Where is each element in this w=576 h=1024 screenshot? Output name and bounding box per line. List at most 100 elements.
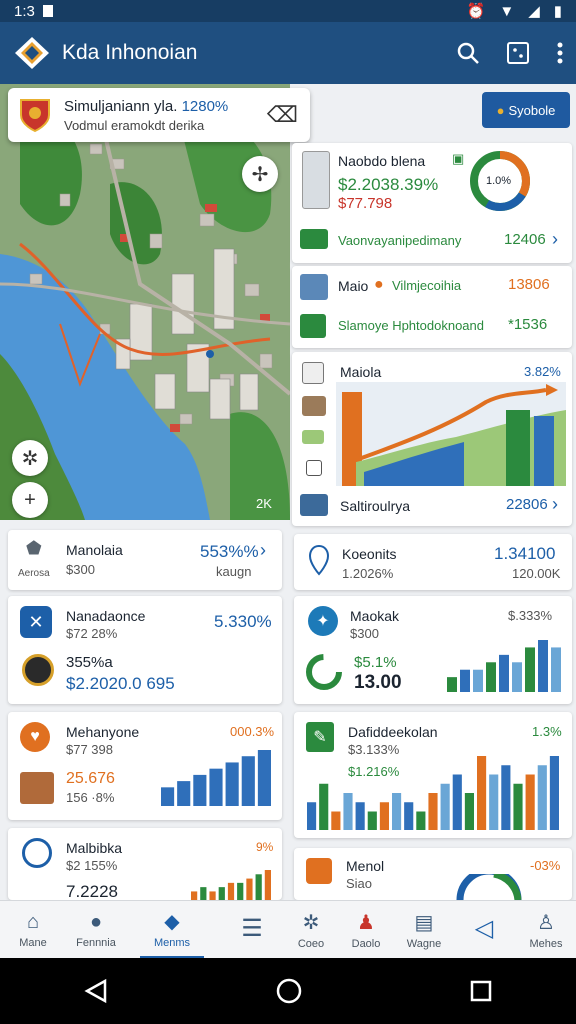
stat-card-4[interactable]: Malbibka $2 155% 9% 7.2228 [8,828,282,901]
stat3-v3: 156 ·8% [66,790,115,805]
schedule-button[interactable]: ● Syobole [482,92,570,128]
recents-icon[interactable] [469,979,493,1003]
statr4-title: Menol [346,858,385,874]
stat3-sub: $77 398 [66,742,113,757]
more-vert-icon[interactable] [556,41,564,65]
nav-profile[interactable]: ♙ Mehes [522,901,570,959]
summary-card[interactable]: Naobdo blena ▣ $2.2038.39% $77.798 1.0% … [292,143,572,263]
nav-news[interactable]: ▤ Wagne [400,901,448,959]
stat3-v2: 25.676 [66,770,115,787]
chevron-right-icon[interactable]: › [260,540,266,561]
chart-bar [499,654,509,692]
chart-bar [193,774,207,806]
chart-bar [452,774,462,830]
chart-bar [225,762,239,806]
person-icon: ♙ [537,912,555,934]
statr4-sub: Siao [346,876,373,891]
stat4-value: 9% [256,840,274,854]
photo-thumb-icon [302,396,326,416]
statr2-title: Maokak [350,608,400,624]
donut-label: 1.0% [486,175,512,187]
home-icon: ⌂ [26,911,40,933]
building-icon [302,362,324,384]
route-thumb-icon [300,229,328,249]
stat-card-r1[interactable]: Koeonits 1.2026% 1.34100 120.00K [294,534,572,590]
zoom-in-icon[interactable]: + [12,482,48,518]
home-button-icon[interactable] [275,977,303,1005]
stat-card-r2[interactable]: ✦ Maokak $300 $.333% $5.1% 13.00 [294,596,572,704]
close-icon[interactable]: ⌫ [267,102,298,128]
chart-bar [537,765,547,830]
chart-bar [489,774,499,830]
statr4-value: -03% [530,858,561,873]
bar-chart-r2 [447,640,561,692]
stat-card-2[interactable]: ✕ Nanadaonce $72 28% 5.330% 355%a $2.202… [8,596,282,704]
chart-bar [246,878,253,900]
stat-card-r4[interactable]: Menol Siao -03% [294,848,572,900]
bar-chart-r3 [307,756,559,830]
chart-bar [257,750,271,806]
map-view[interactable]: ✢ ✲ + 2K [0,84,290,520]
chart-bar [512,662,522,692]
nav-list[interactable]: ☰ [228,901,276,959]
routes-card[interactable]: Maio ● Vilmjecoihia 13806 Slamoye Hphtod… [292,266,572,348]
calendar-icon: ▣ [452,151,465,166]
back-icon[interactable] [83,978,109,1004]
chart-bar [264,870,271,900]
chart-bar-green [506,410,530,486]
stat2-sub: $72 28% [66,626,118,641]
stat1-sub: $300 [66,562,95,577]
chart-bar [473,669,483,692]
stat2-line2-val: $2.2020.0 695 [66,674,175,693]
nav-send[interactable]: ◁ [460,901,508,959]
chart-bar [200,887,207,900]
chart-bar [525,774,535,830]
chevron-right-icon[interactable]: › [552,494,558,515]
nav-settings[interactable]: ✲ Coeo [288,901,334,959]
stat-card-1[interactable]: ⬟ Aerosa Manolaia $300 553%% kaugn › [8,530,282,590]
system-nav-bar [0,958,576,1024]
app-logo-icon[interactable] [12,33,52,73]
chart-bar [379,802,389,830]
stat2-value: 5.330% [214,612,272,631]
statr2-sub: $300 [350,626,379,641]
nav-home[interactable]: ⌂ Mane [6,901,60,959]
chart-bar [513,783,523,830]
bar-chart-4 [191,870,271,900]
row3-label: Slamoye Hphtodoknoand [338,318,484,333]
crest-icon [20,99,50,133]
grid-icon[interactable] [506,41,530,65]
shield-icon: ⬟ [26,538,42,558]
map-search-card[interactable]: Simuljaniann yla. 1280% Vodmul eramokdt … [8,88,310,142]
chevron-right-icon[interactable]: › [552,229,558,250]
chart-bar [343,793,353,830]
chart-bar [331,811,341,830]
my-location-icon[interactable]: ✢ [242,156,278,192]
statr2-pct: $5.1% [354,654,397,671]
chart-bar [549,756,559,830]
status-bar: 1:3 ⏰ ▼ ◢ ▮ [0,0,576,22]
layers-icon[interactable]: ✲ [12,440,48,476]
stat1-icon-label: Aerosa [18,568,50,579]
nav-menus[interactable]: ◆ Menms [140,901,204,959]
stat-card-r3[interactable]: ✎ Dafiddeekolan $3.133% 1.3% $1.216% [294,712,572,838]
stat-card-3[interactable]: ♥ Mehanyone $77 398 000.3% 25.676 156 ·8… [8,712,282,820]
settings-icon: ✲ [302,912,320,934]
chart-bar [177,781,191,806]
list-icon: ☰ [241,915,263,942]
chart-card[interactable]: Maiola 3.82% Saltiroulrya 22806 › [292,352,572,526]
chart-bar [428,793,438,830]
area-chart [336,382,566,486]
row2-label: Vilmjecoihia [392,278,462,293]
statr3-value: 1.3% [532,724,562,739]
nav-chat[interactable]: ● Fennnia [66,901,126,959]
stat3-title: Mehanyone [66,724,140,740]
statr2-value: $.333% [508,608,553,623]
row4-value: 22806 [506,496,548,513]
nav-map[interactable]: ♟ Daolo [344,901,388,959]
summary-title: Naobdo blena [338,153,426,169]
search-icon[interactable] [456,41,480,65]
stat1-value-sub: kaugn [216,564,252,579]
bar-chart-3 [161,750,271,806]
chart-bar [161,787,175,806]
